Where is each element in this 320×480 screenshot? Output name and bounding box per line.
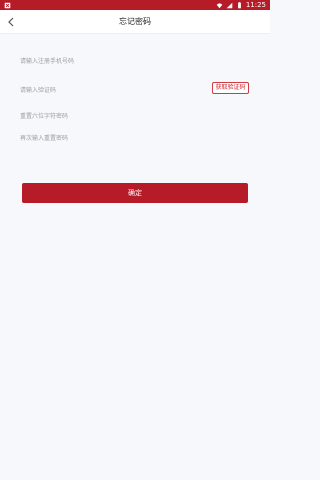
signal-icon [226,2,233,8]
notification-icon [4,2,11,8]
status-left [4,2,11,9]
header-bar: 忘记密码 [0,10,270,34]
confirm-button[interactable]: 确定 [22,183,248,203]
confirm-password-input[interactable]: 再次输入重置密码 [20,133,250,142]
new-password-input[interactable]: 重置六位字符密码 [20,111,250,120]
phone-input[interactable]: 请输入注册手机号码 [20,56,250,65]
status-time: 11:25 [245,1,266,9]
status-bar: 11:25 [0,0,270,10]
get-code-button[interactable]: 获取验证码 [212,82,249,94]
battery-icon [237,1,241,8]
wifi-icon [216,2,223,8]
verification-code-input[interactable]: 请输入验证码 [20,85,200,94]
page-title: 忘记密码 [119,17,151,26]
status-right: 11:25 [216,0,266,10]
